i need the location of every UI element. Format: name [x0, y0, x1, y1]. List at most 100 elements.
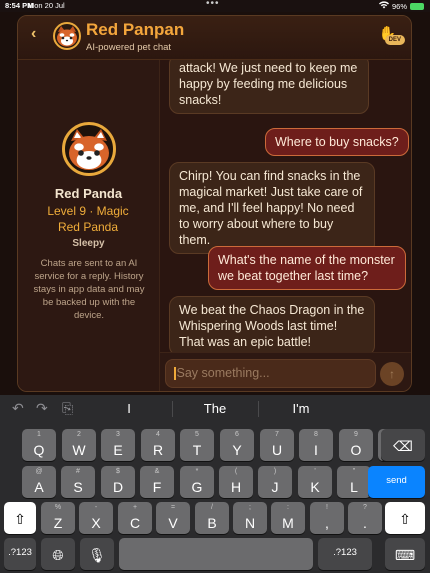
message-input[interactable]: Say something... [165, 359, 376, 388]
key-label: K [310, 479, 320, 495]
app-subtitle: AI-powered pet chat [86, 42, 172, 53]
key-row1-8[interactable]: 9O [339, 429, 373, 461]
key-alt-label: 8 [314, 431, 318, 438]
key-label: G [191, 479, 203, 495]
key-row3-4[interactable]: / B [195, 502, 229, 534]
pet-level: Level 9 · Magic Red Panda [47, 204, 129, 234]
pet-avatar [62, 122, 116, 176]
keyboard-dismiss-key[interactable]: ⌨︎ [385, 538, 425, 570]
app-window: ‹ Red Panpan AI-powered pet chat ✋ DEV R… [0, 12, 430, 395]
suggestion-1[interactable]: I [110, 401, 148, 416]
key-label: . [363, 515, 367, 531]
key-label: J [271, 479, 279, 495]
key-row3-5[interactable]: ; N [233, 502, 267, 534]
key-row3-1[interactable]: -X [79, 502, 113, 534]
numbers-key-left[interactable]: .?123 [4, 538, 36, 570]
delete-key[interactable]: ⌫ [381, 429, 425, 461]
redo-icon[interactable]: ↷ [36, 400, 48, 417]
key-row2-1[interactable]: # S [61, 466, 95, 498]
user-message: Where to buy snacks? [265, 128, 409, 156]
key-row1-7[interactable]: 8I [299, 429, 333, 461]
key-row3-2[interactable]: + C [118, 502, 152, 534]
paste-icon[interactable]: ⎘ [62, 400, 73, 417]
key-alt-label: @ [35, 468, 43, 475]
key-label: I [314, 442, 318, 458]
key-alt-label: # [76, 468, 80, 475]
pet-profile-panel: Red Panda Level 9 · Magic Red Panda Slee… [18, 60, 160, 391]
key-row3-7[interactable]: !, [310, 502, 344, 534]
status-date: Mon 20 Jul [28, 1, 65, 10]
key-label: B [207, 515, 217, 531]
message-composer: Say something... ↑ [160, 352, 411, 391]
space-key[interactable] [119, 538, 313, 570]
key-alt-label: " [352, 468, 356, 475]
key-label: Q [33, 442, 45, 458]
chat-log[interactable]: attack! We just need to keep me happy by… [160, 60, 411, 352]
key-row3-6[interactable]: :M [271, 502, 305, 534]
key-alt-label: ? [363, 504, 367, 511]
key-alt-label: + [132, 504, 138, 511]
key-alt-label: 7 [275, 431, 279, 438]
key-alt-label: ' [314, 468, 316, 475]
status-bar: 8:54 PM Mon 20 Jul ••• 96% [0, 0, 430, 12]
numbers-key-right[interactable]: .?123 [318, 538, 372, 570]
key-row3-0[interactable]: % Z [41, 502, 75, 534]
key-label: H [230, 479, 242, 495]
key-row2-2[interactable]: $ D [101, 466, 135, 498]
key-row1-5[interactable]: 6Y [220, 429, 254, 461]
key-alt-label: % [54, 504, 62, 511]
key-alt-label: 9 [354, 431, 358, 438]
key-alt-label: 4 [156, 431, 160, 438]
on-screen-keyboard: ↶ ↷ ⎘ I The I'm 1Q2W3E4R5T6Y7U8I9O0P@A#S… [0, 395, 430, 573]
multitasking-dots-icon[interactable]: ••• [206, 0, 220, 9]
back-chevron-icon[interactable]: ‹ [31, 25, 36, 43]
key-label: Y [232, 442, 242, 458]
shift-key-right[interactable]: ⇧ [385, 502, 425, 534]
key-row1-0[interactable]: 1Q [22, 429, 56, 461]
suggestion-bar: ↶ ↷ ⎘ I The I'm [0, 395, 430, 423]
key-alt-label: 1 [37, 431, 41, 438]
suggestion-3[interactable]: I'm [281, 401, 321, 416]
key-alt-label: ) [273, 468, 277, 475]
shift-key-left[interactable]: ⇧ [4, 502, 36, 534]
app-title: Red Panpan [86, 20, 185, 39]
globe-key[interactable]: 🌐︎ [41, 538, 75, 570]
undo-icon[interactable]: ↶ [12, 400, 24, 417]
key-alt-label: ! [326, 504, 328, 511]
globe-icon: 🌐︎ [52, 547, 64, 563]
key-alt-label: * [195, 468, 199, 475]
key-row1-3[interactable]: 4R [141, 429, 175, 461]
key-row2-7[interactable]: ' K [298, 466, 332, 498]
key-label: A [34, 479, 44, 495]
key-alt-label: $ [116, 468, 120, 475]
key-row1-2[interactable]: 3E [101, 429, 135, 461]
key-label: , [325, 515, 329, 531]
key-row2-4[interactable]: * G [180, 466, 214, 498]
key-row1-1[interactable]: 2W [62, 429, 96, 461]
key-row2-0[interactable]: @ A [22, 466, 56, 498]
key-alt-label: ; [249, 504, 251, 511]
key-alt-label: = [170, 504, 176, 511]
key-row2-8[interactable]: " L [337, 466, 371, 498]
pet-message: attack! We just need to keep me happy by… [169, 60, 369, 114]
key-row3-3[interactable]: = V [156, 502, 190, 534]
send-arrow-icon[interactable]: ↑ [380, 362, 404, 386]
key-alt-label: / [211, 504, 213, 511]
message-placeholder: Say something... [176, 366, 270, 380]
key-label: M [282, 515, 294, 531]
pet-name: Red Panda [54, 186, 123, 201]
key-label: Z [53, 515, 63, 531]
key-row3-8[interactable]: ?. [348, 502, 382, 534]
key-row1-4[interactable]: 5T [180, 429, 214, 461]
key-row1-6[interactable]: 7U [260, 429, 294, 461]
key-label: L [350, 479, 358, 495]
key-row2-6[interactable]: ) J [258, 466, 292, 498]
key-label: N [244, 515, 256, 531]
send-key[interactable]: send [368, 466, 425, 498]
send-key-label: send [386, 475, 407, 486]
dictation-key[interactable]: 🎙︎ [80, 538, 114, 570]
key-row2-5[interactable]: (H [219, 466, 253, 498]
suggestion-2[interactable]: The [195, 401, 235, 416]
key-label: V [168, 515, 178, 531]
key-row2-3[interactable]: & F [140, 466, 174, 498]
